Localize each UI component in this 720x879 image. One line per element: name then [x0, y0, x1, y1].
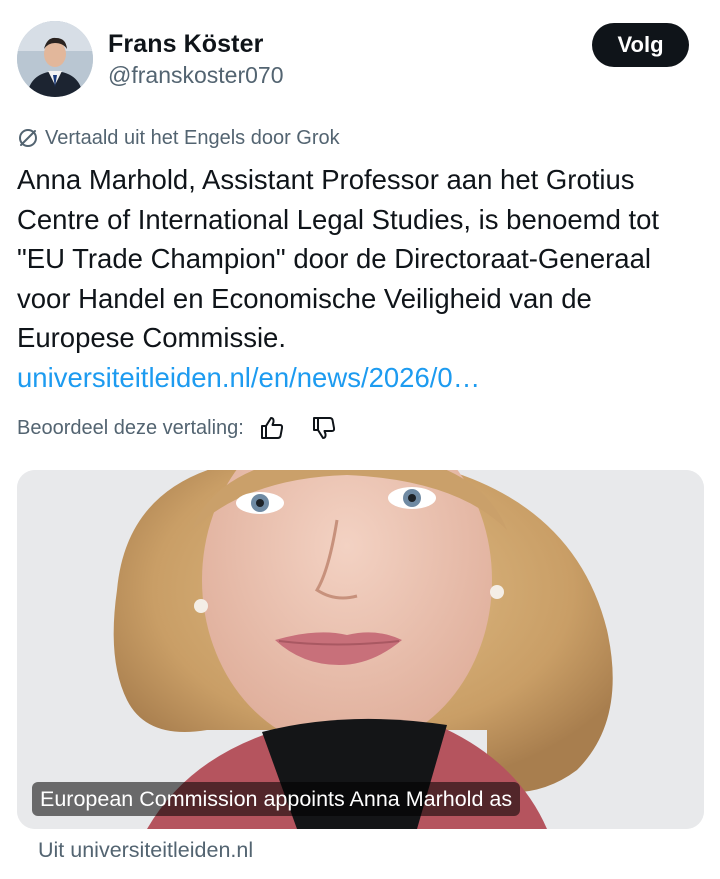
thumbs-down-icon[interactable] [308, 412, 340, 444]
author-handle[interactable]: @franskoster070 [108, 62, 284, 89]
post-text: Anna Marhold, Assistant Professor aan he… [17, 164, 660, 353]
follow-button[interactable]: Volg [592, 23, 689, 67]
card-caption: European Commission appoints Anna Marhol… [32, 782, 521, 816]
post-header: Frans Köster @franskoster070 Volg [0, 0, 720, 112]
card-source[interactable]: Uit universiteitleiden.nl [38, 838, 253, 863]
author-avatar[interactable] [17, 21, 93, 97]
post-link[interactable]: universiteitleiden.nl/en/news/2026/0… [17, 362, 480, 393]
author-name[interactable]: Frans Köster [108, 30, 263, 59]
rate-translation: Beoordeel deze vertaling: [17, 412, 340, 444]
translation-notice-text: Vertaald uit het Engels door Grok [45, 126, 340, 149]
thumbs-up-icon[interactable] [256, 412, 288, 444]
avatar-image [17, 21, 93, 97]
translate-slash-icon [17, 127, 39, 149]
card-photo [17, 470, 704, 829]
post-body: Anna Marhold, Assistant Professor aan he… [17, 160, 697, 397]
translation-notice: Vertaald uit het Engels door Grok [17, 125, 340, 151]
rate-translation-label: Beoordeel deze vertaling: [17, 416, 244, 439]
link-preview-card[interactable] [17, 470, 704, 829]
